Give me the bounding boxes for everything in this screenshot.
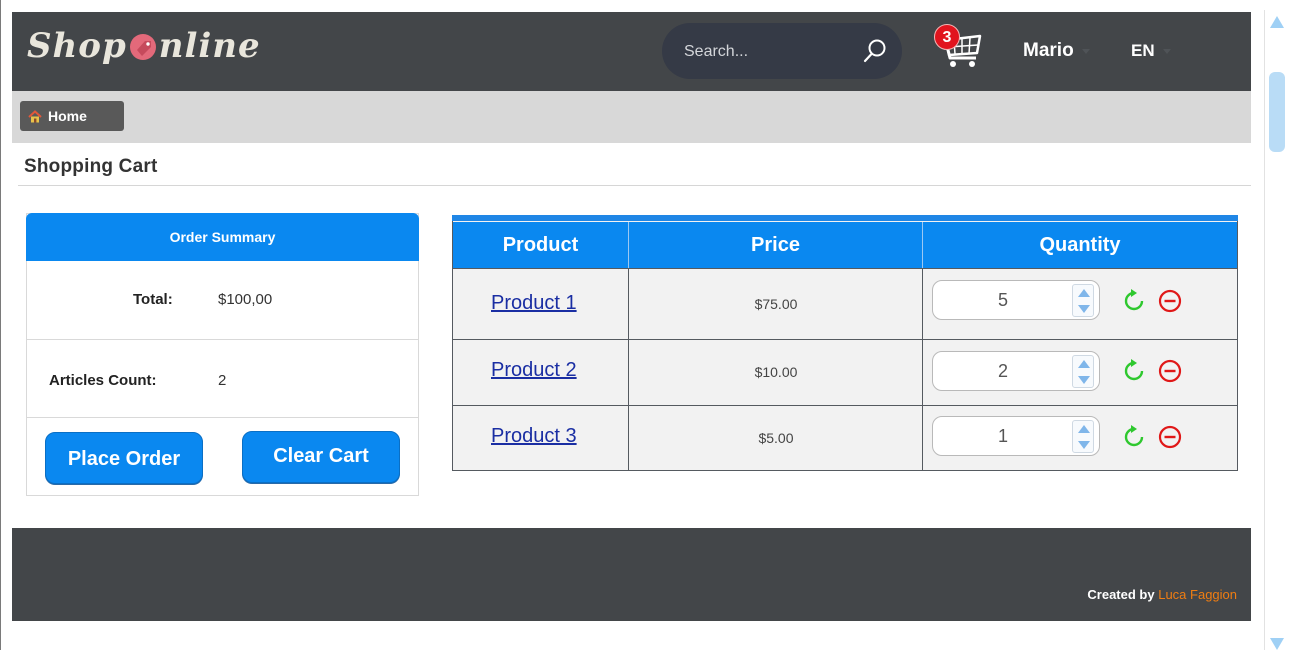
spin-up-icon[interactable] (1078, 425, 1090, 433)
spin-down-icon[interactable] (1078, 441, 1090, 449)
logo-text-nline: nline (158, 26, 261, 66)
spin-down-icon[interactable] (1078, 376, 1090, 384)
logo-tag-icon (128, 31, 158, 61)
remove-icon[interactable] (1157, 288, 1183, 314)
refresh-icon[interactable] (1120, 357, 1148, 385)
articles-count-label: Articles Count: (49, 372, 157, 389)
spin-up-icon[interactable] (1078, 360, 1090, 368)
header-bar: Shop nline Search... 3 Mario EN (12, 12, 1251, 91)
quantity-cell: 1 (923, 406, 1237, 470)
quantity-spinner[interactable] (1072, 355, 1094, 388)
breadcrumb: Home (12, 91, 1251, 143)
user-menu[interactable]: Mario (1023, 40, 1090, 62)
search-input[interactable] (684, 41, 854, 63)
language-value: EN (1131, 41, 1155, 60)
summary-total-row: Total: $100,00 (27, 261, 418, 340)
price-cell: $75.00 (629, 269, 923, 339)
remove-icon[interactable] (1157, 424, 1183, 450)
breadcrumb-home-label: Home (48, 108, 87, 124)
table-row: Product 2 $10.00 2 (453, 339, 1237, 405)
column-header-product: Product (453, 222, 629, 268)
product-cell: Product 3 (453, 406, 629, 470)
total-label: Total: (133, 291, 173, 308)
footer: Created by Luca Faggion (12, 528, 1251, 621)
quantity-value[interactable]: 2 (933, 352, 1073, 390)
price-cell: $5.00 (629, 406, 923, 470)
left-edge-divider (0, 0, 1, 650)
remove-icon[interactable] (1157, 358, 1183, 384)
search-box (662, 23, 902, 79)
cart-count-badge: 3 (934, 24, 960, 50)
articles-count-value: 2 (218, 372, 227, 389)
home-icon (28, 109, 42, 122)
scroll-down-icon[interactable] (1270, 638, 1284, 650)
quantity-spinner[interactable] (1072, 420, 1094, 453)
spin-up-icon[interactable] (1078, 289, 1090, 297)
quantity-spinner[interactable] (1072, 284, 1094, 317)
footer-credit: Created by Luca Faggion (1087, 587, 1237, 602)
footer-credit-prefix: Created by (1087, 587, 1155, 602)
product-cell: Product 2 (453, 340, 629, 405)
quantity-stepper[interactable]: 5 (932, 280, 1100, 320)
scroll-up-icon[interactable] (1270, 16, 1284, 28)
product-cell: Product 1 (453, 269, 629, 339)
language-selector[interactable]: EN (1131, 41, 1171, 61)
quantity-stepper[interactable]: 1 (932, 416, 1100, 456)
price-value: $10.00 (754, 364, 798, 380)
page-title: Shopping Cart (24, 156, 158, 177)
title-divider (18, 185, 1251, 186)
table-row: Product 3 $5.00 1 (453, 405, 1237, 470)
column-header-price: Price (629, 222, 923, 268)
search-icon[interactable] (862, 37, 888, 65)
total-value: $100,00 (218, 291, 273, 308)
user-name: Mario (1023, 40, 1074, 61)
column-header-quantity: Quantity (923, 222, 1237, 268)
table-top-stripe (452, 215, 1238, 221)
logo-text-shop: Shop (27, 26, 127, 66)
place-order-button[interactable]: Place Order (45, 432, 203, 484)
shop-online-logo[interactable]: Shop nline (27, 26, 261, 66)
order-summary-panel: Order Summary Total: $100,00 Articles Co… (26, 213, 419, 496)
cart-table: Product Price Quantity Product 1 $75.00 … (452, 215, 1238, 471)
quantity-cell: 5 (923, 269, 1237, 339)
quantity-cell: 2 (923, 340, 1237, 405)
table-row: Product 1 $75.00 5 (453, 268, 1237, 339)
summary-articles-row: Articles Count: 2 (27, 340, 418, 418)
scrollbar-thumb[interactable] (1269, 72, 1285, 152)
order-summary-header: Order Summary (26, 213, 419, 261)
product-link[interactable]: Product 1 (491, 292, 577, 315)
vertical-scrollbar[interactable] (1264, 10, 1290, 650)
breadcrumb-home[interactable]: Home (20, 101, 124, 131)
chevron-down-icon (1081, 48, 1090, 54)
price-value: $75.00 (754, 296, 798, 312)
chevron-down-icon (1162, 48, 1171, 54)
price-value: $5.00 (758, 430, 794, 446)
quantity-stepper[interactable]: 2 (932, 351, 1100, 391)
page: Shop nline Search... 3 Mario EN Home Sho… (0, 0, 1290, 650)
refresh-icon[interactable] (1120, 287, 1148, 315)
product-link[interactable]: Product 3 (491, 425, 577, 448)
quantity-value[interactable]: 1 (933, 417, 1073, 455)
price-cell: $10.00 (629, 340, 923, 405)
spin-down-icon[interactable] (1078, 305, 1090, 313)
footer-author-link[interactable]: Luca Faggion (1158, 587, 1237, 602)
refresh-icon[interactable] (1120, 423, 1148, 451)
clear-cart-button[interactable]: Clear Cart (242, 431, 400, 483)
product-link[interactable]: Product 2 (491, 359, 577, 382)
quantity-value[interactable]: 5 (933, 281, 1073, 319)
